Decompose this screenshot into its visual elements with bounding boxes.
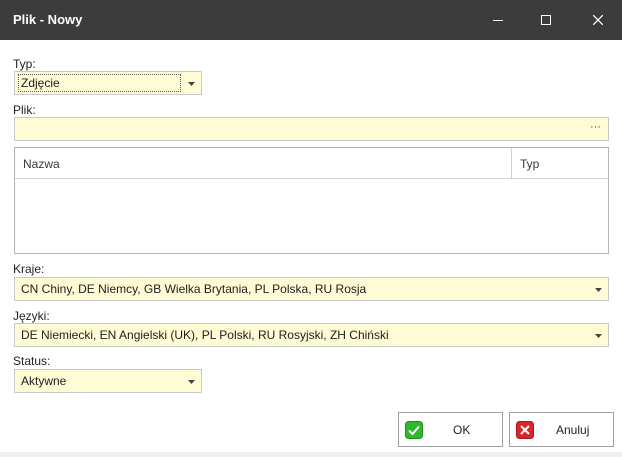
file-grid[interactable]: Nazwa Typ (14, 147, 609, 254)
plik-input[interactable]: ··· (14, 117, 609, 141)
browse-button[interactable]: ··· (590, 121, 601, 133)
jezyki-dropdown[interactable]: DE Niemiecki, EN Angielski (UK), PL Pols… (14, 323, 609, 347)
close-icon (593, 15, 603, 25)
kraje-value: CN Chiny, DE Niemcy, GB Wielka Brytania,… (21, 282, 367, 296)
window-title: Plik - Nowy (13, 12, 83, 27)
chevron-down-icon (595, 334, 602, 338)
minimize-button[interactable] (474, 0, 522, 40)
column-divider[interactable] (511, 148, 512, 179)
status-value: Aktywne (21, 374, 67, 388)
chevron-down-icon (188, 380, 195, 384)
cancel-button[interactable]: Anuluj (509, 412, 614, 447)
kraje-label: Kraje: (13, 262, 45, 276)
column-header-nazwa[interactable]: Nazwa (23, 157, 60, 171)
kraje-dropdown[interactable]: CN Chiny, DE Niemcy, GB Wielka Brytania,… (14, 277, 609, 301)
minimize-icon (493, 20, 503, 21)
check-icon (405, 421, 423, 439)
chevron-down-icon (188, 82, 195, 86)
close-button[interactable] (574, 0, 622, 40)
plik-label: Plik: (13, 103, 36, 117)
ok-button-label: OK (453, 423, 471, 437)
maximize-button[interactable] (522, 0, 570, 40)
bottom-edge (0, 452, 622, 457)
column-header-typ[interactable]: Typ (520, 157, 539, 171)
jezyki-label: Języki: (13, 309, 50, 323)
status-dropdown[interactable]: Aktywne (14, 369, 202, 393)
cancel-button-label: Anuluj (556, 423, 590, 437)
title-bar[interactable]: Plik - Nowy (0, 0, 622, 40)
typ-label: Typ: (13, 57, 36, 71)
status-label: Status: (13, 354, 51, 368)
ok-button[interactable]: OK (398, 412, 503, 447)
maximize-icon (541, 15, 551, 25)
jezyki-value: DE Niemiecki, EN Angielski (UK), PL Pols… (21, 328, 389, 342)
x-icon (516, 421, 534, 439)
typ-dropdown[interactable]: Zdjęcie (14, 71, 202, 95)
chevron-down-icon (595, 288, 602, 292)
grid-header: Nazwa Typ (15, 148, 608, 179)
typ-value: Zdjęcie (21, 76, 60, 90)
dialog-window: Plik - Nowy Typ: Zdjęcie Plik: ··· Nazwa… (0, 0, 622, 457)
